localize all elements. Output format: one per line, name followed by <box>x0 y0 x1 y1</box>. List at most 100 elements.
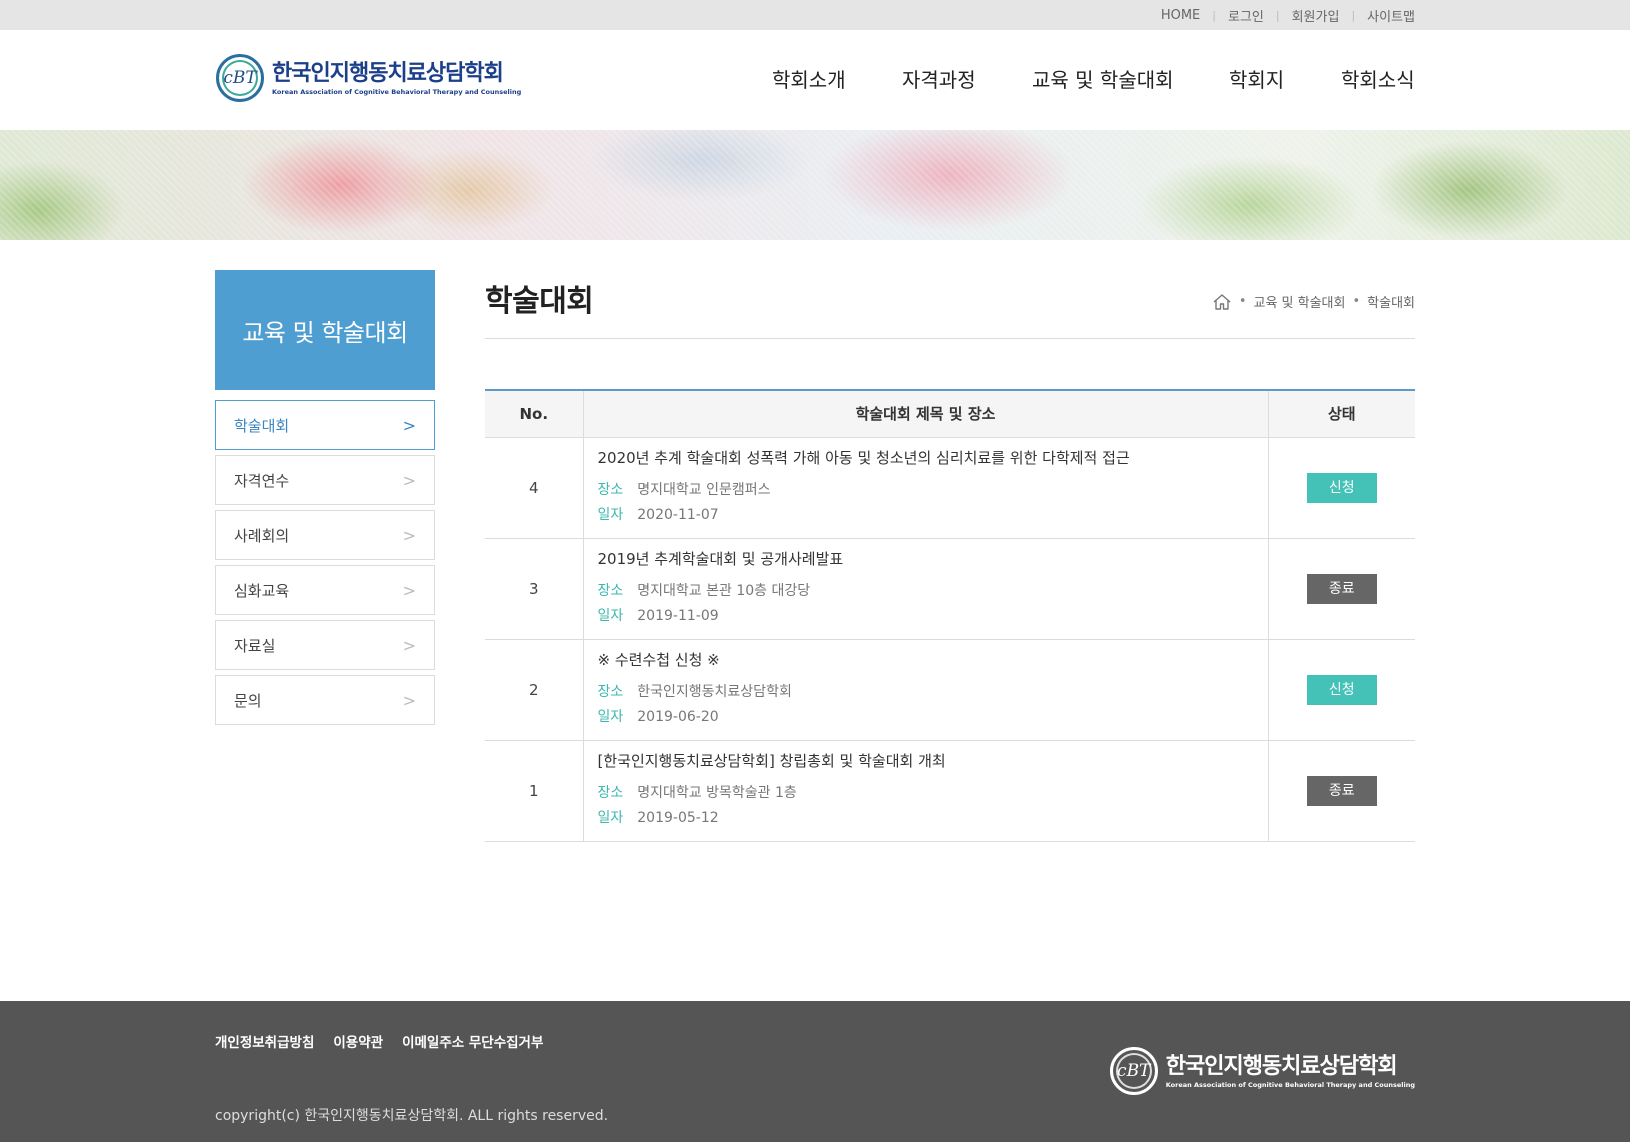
table-row[interactable]: 3 2019년 추계학술대회 및 공개사례발표 장소 명지대학교 본관 10층 대… <box>485 538 1415 640</box>
table-row[interactable]: 1 [한국인지행동치료상담학회] 창립총회 및 학술대회 개최 장소 명지대학교 … <box>485 740 1415 842</box>
place-value: 명지대학교 본관 10층 대강당 <box>637 583 811 599</box>
sidebar-item-inquiry[interactable]: 문의 > <box>215 675 435 725</box>
sitemap-link[interactable]: 사이트맵 <box>1367 6 1415 25</box>
table-row[interactable]: 2 ※ 수련수첩 신청 ※ 장소 한국인지행동치료상담학회 일자 2019-06-2… <box>485 639 1415 741</box>
logo-name-ko: 한국인지행동치료상담학회 <box>272 60 504 86</box>
home-icon[interactable] <box>1212 293 1232 311</box>
row-status: 종료 <box>1268 740 1415 842</box>
sidebar-item-training[interactable]: 자격연수 > <box>215 455 435 505</box>
nav-news[interactable]: 학회소식 <box>1341 64 1415 93</box>
row-number: 2 <box>485 639 584 741</box>
footer-logo: cBT 한국인지행동치료상담학회 Korean Association of C… <box>1109 1047 1415 1095</box>
row-place: 장소 명지대학교 인문캠퍼스 <box>598 478 1268 503</box>
breadcrumb-item[interactable]: 교육 및 학술대회 <box>1253 292 1345 311</box>
table-header-row: No. 학술대회 제목 및 장소 상태 <box>485 390 1415 438</box>
divider <box>485 338 1415 339</box>
chevron-right-icon: > <box>402 415 416 435</box>
copyright: copyright(c) 한국인지행동치료상담학회. ALL rights re… <box>215 1108 609 1124</box>
breadcrumb-separator: • <box>1352 294 1361 309</box>
status-badge: 종료 <box>1306 775 1377 806</box>
logo-name-en: Korean Association of Cognitive Behavior… <box>272 87 522 96</box>
place-label: 장소 <box>597 684 624 700</box>
row-place: 장소 명지대학교 방목학술관 1층 <box>598 781 1268 806</box>
date-label: 일자 <box>597 709 624 725</box>
row-status: 신청 <box>1268 639 1415 741</box>
column-header-no: No. <box>485 390 584 438</box>
nav-education[interactable]: 교육 및 학술대회 <box>1032 64 1174 93</box>
logo-text: 한국인지행동치료상담학회 Korean Association of Cogni… <box>1166 1054 1415 1089</box>
divider: | <box>1212 8 1216 22</box>
apply-button[interactable]: 신청 <box>1306 472 1377 503</box>
table-row[interactable]: 4 2020년 추계 학술대회 성폭력 가해 아동 및 청소년의 심리치료를 위… <box>485 437 1415 539</box>
row-number: 3 <box>485 538 584 640</box>
sidebar-item-label: 심화교육 <box>234 581 290 600</box>
sidebar-item-resources[interactable]: 자료실 > <box>215 620 435 670</box>
breadcrumb: • 교육 및 학술대회 • 학술대회 <box>1212 292 1415 311</box>
page-title: 학술대회 <box>485 284 594 319</box>
row-title-link[interactable]: [한국인지행동치료상담학회] 창립총회 및 학술대회 개최 <box>598 750 1268 771</box>
utility-bar: HOME | 로그인 | 회원가입 | 사이트맵 <box>0 0 1630 30</box>
row-date: 일자 2019-11-09 <box>598 604 1268 629</box>
divider: | <box>1275 8 1280 22</box>
place-label: 장소 <box>597 583 624 599</box>
sidebar-item-label: 자료실 <box>234 636 276 655</box>
place-value: 한국인지행동치료상담학회 <box>637 684 792 700</box>
date-label: 일자 <box>597 507 624 523</box>
privacy-policy-link[interactable]: 개인정보취급방침 <box>215 1031 314 1051</box>
date-label: 일자 <box>597 810 624 826</box>
breadcrumb-item[interactable]: 학술대회 <box>1367 292 1415 311</box>
apply-button[interactable]: 신청 <box>1306 674 1377 705</box>
logo-name-ko: 한국인지행동치료상담학회 <box>1165 1053 1398 1079</box>
sidebar-item-case-meeting[interactable]: 사례회의 > <box>215 510 435 560</box>
header: cBT 한국인지행동치료상담학회 Korean Association of C… <box>0 30 1630 130</box>
row-place: 장소 한국인지행동치료상담학회 <box>598 680 1268 705</box>
logo-mark-text: cBT <box>1117 1061 1151 1081</box>
logo-text: 한국인지행동치료상담학회 Korean Association of Cogni… <box>272 61 521 96</box>
row-status: 종료 <box>1268 538 1415 640</box>
sidebar-item-advanced[interactable]: 심화교육 > <box>215 565 435 615</box>
nav-journal[interactable]: 학회지 <box>1229 64 1284 93</box>
date-value: 2019-11-09 <box>637 608 719 624</box>
hero-banner <box>0 130 1630 240</box>
row-date: 일자 2019-06-20 <box>598 705 1268 730</box>
row-content: [한국인지행동치료상담학회] 창립총회 및 학술대회 개최 장소 명지대학교 방목… <box>583 740 1269 842</box>
home-link[interactable]: HOME <box>1161 8 1200 23</box>
site-logo[interactable]: cBT 한국인지행동치료상담학회 Korean Association of C… <box>216 54 521 102</box>
footer-links: 개인정보취급방침 이용약관 이메일주소 무단수집거부 <box>215 1031 562 1051</box>
nav-about[interactable]: 학회소개 <box>772 64 846 93</box>
terms-link[interactable]: 이용약관 <box>333 1031 383 1051</box>
divider: | <box>1351 8 1356 22</box>
breadcrumb-separator: • <box>1238 294 1247 309</box>
logo-mark-text: cBT <box>223 68 257 88</box>
nav-certification[interactable]: 자격과정 <box>902 64 976 93</box>
place-value: 명지대학교 방목학술관 1층 <box>637 785 797 801</box>
chevron-right-icon: > <box>402 635 416 655</box>
email-refusal-link[interactable]: 이메일주소 무단수집거부 <box>402 1031 543 1051</box>
row-number: 4 <box>485 437 584 539</box>
signup-link[interactable]: 회원가입 <box>1292 6 1340 25</box>
sidebar-item-conference[interactable]: 학술대회 > <box>215 400 435 450</box>
row-content: ※ 수련수첩 신청 ※ 장소 한국인지행동치료상담학회 일자 2019-06-20 <box>583 639 1269 741</box>
logo-name-en: Korean Association of Cognitive Behavior… <box>1165 1080 1415 1089</box>
row-status: 신청 <box>1268 437 1415 539</box>
row-title-link[interactable]: 2019년 추계학술대회 및 공개사례발표 <box>598 548 1268 569</box>
chevron-right-icon: > <box>402 580 416 600</box>
sidebar-item-label: 학술대회 <box>234 416 290 435</box>
chevron-right-icon: > <box>402 690 416 710</box>
place-value: 명지대학교 인문캠퍼스 <box>637 482 771 498</box>
login-link[interactable]: 로그인 <box>1228 6 1264 25</box>
side-nav: 학술대회 > 자격연수 > 사례회의 > 심화교육 > 자료실 > 문의 > <box>215 400 435 730</box>
place-label: 장소 <box>597 785 624 801</box>
row-title-link[interactable]: 2020년 추계 학술대회 성폭력 가해 아동 및 청소년의 심리치료를 위한 … <box>598 447 1268 468</box>
sidebar-item-label: 문의 <box>234 691 262 710</box>
logo-emblem-icon: cBT <box>1109 1047 1158 1095</box>
row-date: 일자 2020-11-07 <box>598 503 1268 528</box>
date-value: 2019-05-12 <box>637 810 719 826</box>
utility-links: HOME | 로그인 | 회원가입 | 사이트맵 <box>1161 0 1415 30</box>
chevron-right-icon: > <box>402 470 416 490</box>
row-number: 1 <box>485 740 584 842</box>
status-badge: 종료 <box>1306 573 1377 604</box>
row-title-link[interactable]: ※ 수련수첩 신청 ※ <box>598 649 1268 670</box>
chevron-right-icon: > <box>402 525 416 545</box>
footer: 개인정보취급방침 이용약관 이메일주소 무단수집거부 copyright(c) … <box>0 1001 1630 1142</box>
